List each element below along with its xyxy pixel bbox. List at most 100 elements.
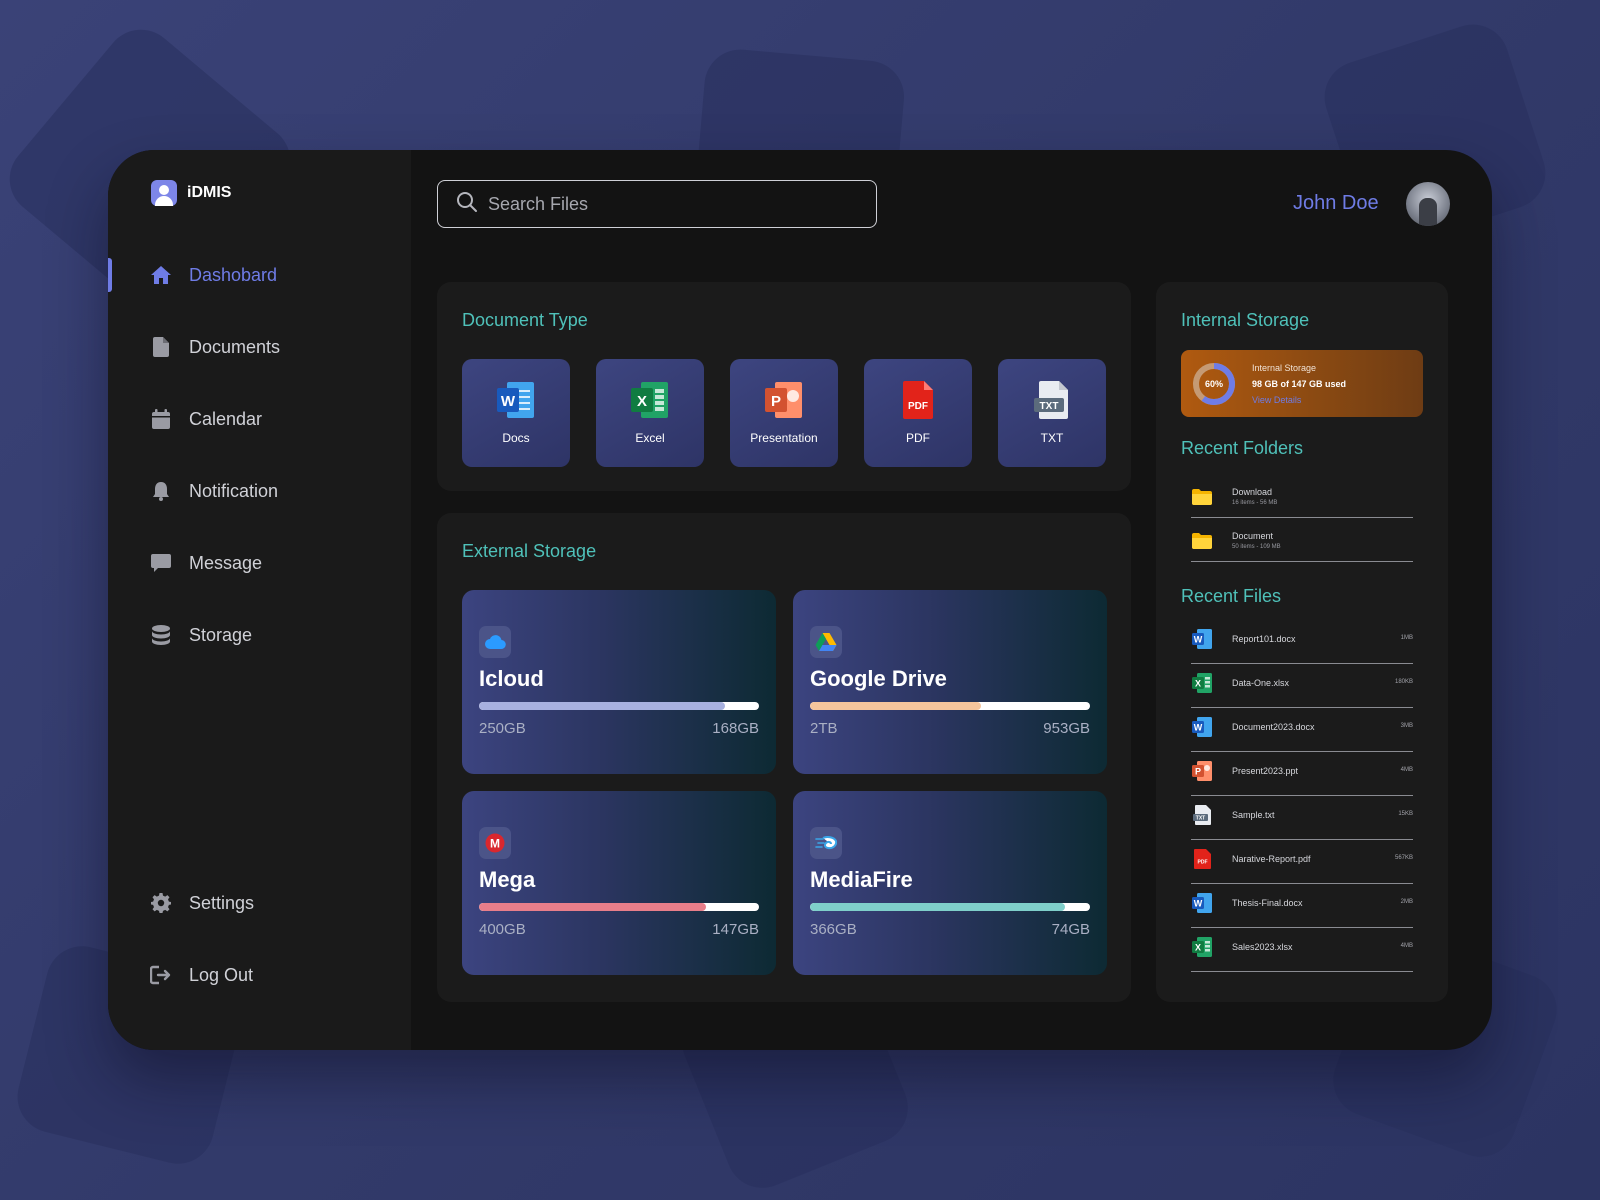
doc-type-excel[interactable]: X Excel xyxy=(596,359,704,467)
storage-used: 168GB xyxy=(712,720,759,737)
database-icon xyxy=(150,624,172,646)
doc-type-pdf[interactable]: PDF PDF xyxy=(864,359,972,467)
storage-usage-bar xyxy=(479,702,759,710)
sidebar: iDMIS Dashobard Documents Calendar Notif… xyxy=(108,150,411,1050)
storage-name: Google Drive xyxy=(810,666,947,691)
internal-storage-card[interactable]: 60% Internal Storage 98 GB of 147 GB use… xyxy=(1181,350,1423,417)
folder-item[interactable]: Download 16 items - 56 MB xyxy=(1191,478,1413,518)
file-item[interactable]: W Document2023.docx 3MB xyxy=(1191,716,1413,752)
file-name: Thesis-Final.docx xyxy=(1232,898,1303,908)
storage-usage-bar xyxy=(810,903,1090,911)
folder-item[interactable]: Document 50 items - 109 MB xyxy=(1191,522,1413,562)
logo[interactable]: iDMIS xyxy=(151,180,231,206)
svg-text:W: W xyxy=(501,393,516,410)
storage-card-google-drive[interactable]: Google Drive 2TB 953GB xyxy=(793,590,1107,774)
storage-used: 147GB xyxy=(712,921,759,938)
sidebar-item-label: Notification xyxy=(189,480,279,501)
storage-used: 74GB xyxy=(1051,921,1090,938)
svg-text:TXT: TXT xyxy=(1040,401,1059,412)
svg-text:PDF: PDF xyxy=(1198,860,1208,866)
sidebar-item-label: Settings xyxy=(189,892,255,913)
doc-type-presentation[interactable]: P Presentation xyxy=(730,359,838,467)
storage-usage-bar xyxy=(810,702,1090,710)
search-bar[interactable] xyxy=(437,180,877,228)
file-item[interactable]: X Sales2023.xlsx 4MB xyxy=(1191,936,1413,972)
doc-type-docs[interactable]: W Docs xyxy=(462,359,570,467)
google-drive-icon xyxy=(810,626,842,658)
storage-card-mega[interactable]: M Mega 400GB 147GB xyxy=(462,791,776,975)
sidebar-item-label: Dashobard xyxy=(189,264,278,285)
storage-card-icloud[interactable]: Icloud 250GB 168GB xyxy=(462,590,776,774)
folder-name: Document xyxy=(1232,531,1274,541)
svg-text:W: W xyxy=(1194,723,1203,733)
file-size: 2MB xyxy=(1400,899,1413,905)
doc-type-txt[interactable]: TXT TXT xyxy=(998,359,1106,467)
word-icon: W xyxy=(1192,893,1212,913)
file-name: Document2023.docx xyxy=(1232,722,1315,732)
file-item[interactable]: P Present2023.ppt 4MB xyxy=(1191,760,1413,796)
sidebar-item-label: Documents xyxy=(189,336,281,357)
view-details-link[interactable]: View Details xyxy=(1252,395,1301,405)
active-indicator xyxy=(108,258,112,292)
sidebar-item-logout[interactable]: Log Out xyxy=(150,964,253,986)
sidebar-item-settings[interactable]: Settings xyxy=(150,892,254,914)
panel-title: Document Type xyxy=(462,310,588,330)
app-name: iDMIS xyxy=(187,184,232,201)
svg-text:P: P xyxy=(1195,767,1201,777)
sidebar-item-label: Calendar xyxy=(189,408,263,429)
svg-text:X: X xyxy=(637,393,647,410)
excel-icon: X xyxy=(1192,673,1212,693)
excel-icon: X xyxy=(631,382,668,418)
file-item[interactable]: W Report101.docx 1MB xyxy=(1191,628,1413,664)
file-item[interactable]: X Data-One.xlsx 180KB xyxy=(1191,672,1413,708)
file-item[interactable]: PDF Narative-Report.pdf 567KB xyxy=(1191,848,1413,884)
sidebar-item-message[interactable]: Message xyxy=(150,552,262,574)
file-size: 1MB xyxy=(1400,635,1413,641)
powerpoint-icon: P xyxy=(1192,761,1212,781)
powerpoint-icon: P xyxy=(765,382,802,418)
pdf-icon: PDF xyxy=(1194,849,1211,869)
calendar-icon xyxy=(150,408,172,430)
document-icon xyxy=(150,336,172,358)
word-icon: W xyxy=(1192,629,1212,649)
sidebar-item-calendar[interactable]: Calendar xyxy=(150,408,262,430)
file-item[interactable]: W Thesis-Final.docx 2MB xyxy=(1191,892,1413,928)
svg-text:M: M xyxy=(490,837,500,851)
sidebar-item-documents[interactable]: Documents xyxy=(150,336,280,358)
word-icon: W xyxy=(1192,717,1212,737)
file-name: Data-One.xlsx xyxy=(1232,678,1290,688)
file-item[interactable]: TXT Sample.txt 15KB xyxy=(1191,804,1413,840)
sidebar-item-storage[interactable]: Storage xyxy=(150,624,252,646)
storage-total: 400GB xyxy=(479,921,526,938)
folder-name: Download xyxy=(1232,487,1273,497)
storage-card-mediafire[interactable]: MediaFire 366GB 74GB xyxy=(793,791,1107,975)
storage-usage-fill xyxy=(479,702,726,710)
word-icon: W xyxy=(497,382,534,418)
search-input[interactable] xyxy=(488,193,848,215)
folder-icon xyxy=(1192,533,1212,549)
txt-icon: TXT xyxy=(1193,805,1211,825)
sidebar-item-notification[interactable]: Notification xyxy=(150,480,278,502)
message-icon xyxy=(150,552,172,574)
file-name: Narative-Report.pdf xyxy=(1232,854,1311,864)
external-storage-panel: External Storage Icloud 250GB 168GB Goog… xyxy=(437,513,1131,1002)
file-name: Sales2023.xlsx xyxy=(1232,942,1293,952)
sidebar-item-label: Message xyxy=(189,552,263,573)
avatar[interactable] xyxy=(1406,182,1450,226)
logo-icon xyxy=(151,180,177,206)
pdf-icon: PDF xyxy=(903,381,933,419)
doc-type-label: PDF xyxy=(906,431,930,445)
svg-text:X: X xyxy=(1195,679,1201,689)
svg-text:P: P xyxy=(771,393,781,410)
recent-files-title: Recent Files xyxy=(1181,586,1282,606)
sidebar-item-dashboard[interactable]: Dashobard xyxy=(150,264,277,286)
search-icon xyxy=(456,191,478,218)
mediafire-icon xyxy=(810,827,842,859)
file-name: Sample.txt xyxy=(1232,810,1275,820)
sidebar-item-label: Storage xyxy=(189,624,253,645)
user-name[interactable]: John Doe xyxy=(1293,192,1379,215)
bell-icon xyxy=(150,480,172,502)
svg-text:X: X xyxy=(1195,943,1201,953)
doc-type-label: Docs xyxy=(502,431,530,445)
storage-used: 953GB xyxy=(1043,720,1090,737)
